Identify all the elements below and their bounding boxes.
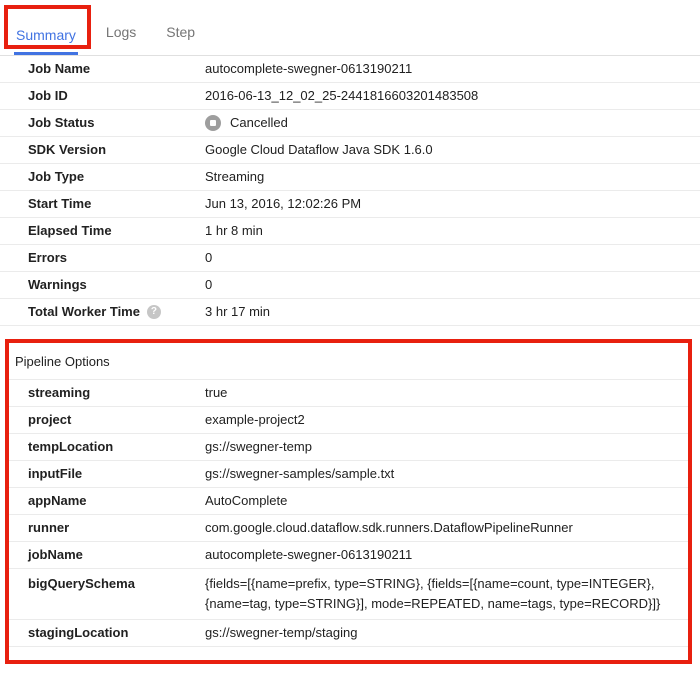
row-value: Cancelled bbox=[205, 110, 700, 136]
row-value: com.google.cloud.dataflow.sdk.runners.Da… bbox=[205, 520, 573, 535]
row-label: project bbox=[28, 412, 72, 427]
table-row: Errors 0 bbox=[0, 245, 700, 272]
table-row: Job Type Streaming bbox=[0, 164, 700, 191]
table-row: jobName autocomplete-swegner-0613190211 bbox=[9, 542, 688, 569]
job-status-text: Cancelled bbox=[230, 115, 288, 130]
row-value: 0 bbox=[205, 277, 213, 292]
table-row: runner com.google.cloud.dataflow.sdk.run… bbox=[9, 515, 688, 542]
table-row: stagingLocation gs://swegner-temp/stagin… bbox=[9, 620, 688, 647]
row-value: AutoComplete bbox=[205, 493, 288, 508]
table-row: Start Time Jun 13, 2016, 12:02:26 PM bbox=[0, 191, 700, 218]
row-label: streaming bbox=[28, 385, 91, 400]
row-label: appName bbox=[28, 493, 87, 508]
row-label: runner bbox=[28, 520, 70, 535]
table-row: streaming true bbox=[9, 380, 688, 407]
row-value: autocomplete-swegner-0613190211 bbox=[205, 547, 413, 562]
table-row: tempLocation gs://swegner-temp bbox=[9, 434, 688, 461]
pipeline-options-section: Pipeline Options streaming true project … bbox=[5, 339, 692, 664]
stop-square-glyph bbox=[210, 120, 216, 126]
table-row: SDK Version Google Cloud Dataflow Java S… bbox=[0, 137, 700, 164]
row-value: true bbox=[205, 385, 228, 400]
cancelled-status-icon bbox=[205, 115, 221, 131]
job-summary-table: Job Name autocomplete-swegner-0613190211… bbox=[0, 56, 700, 326]
row-label: Job Status bbox=[28, 115, 95, 130]
row-label: SDK Version bbox=[28, 142, 107, 157]
table-row: project example-project2 bbox=[9, 407, 688, 434]
row-label: Start Time bbox=[28, 196, 92, 211]
row-value: {fields=[{name=prefix, type=STRING}, {fi… bbox=[205, 576, 661, 611]
table-row: inputFile gs://swegner-samples/sample.tx… bbox=[9, 461, 688, 488]
row-value: gs://swegner-temp bbox=[205, 439, 312, 454]
tab-step[interactable]: Step bbox=[164, 24, 197, 55]
row-label: Total Worker Time ? bbox=[28, 299, 205, 325]
row-label: Job Type bbox=[28, 169, 85, 184]
row-value: Jun 13, 2016, 12:02:26 PM bbox=[205, 196, 362, 211]
row-label: Errors bbox=[28, 250, 68, 265]
table-row: Warnings 0 bbox=[0, 272, 700, 299]
table-row: bigQuerySchema {fields=[{name=prefix, ty… bbox=[9, 569, 688, 620]
row-value: 1 hr 8 min bbox=[205, 223, 263, 238]
row-value: 0 bbox=[205, 250, 213, 265]
row-value: 3 hr 17 min bbox=[205, 304, 271, 319]
row-value: autocomplete-swegner-0613190211 bbox=[205, 61, 413, 76]
row-value: 2016-06-13_12_02_25-2441816603201483508 bbox=[205, 88, 479, 103]
row-label: jobName bbox=[28, 547, 83, 562]
row-label: Elapsed Time bbox=[28, 223, 112, 238]
tab-bar: Summary Logs Step bbox=[0, 0, 700, 56]
row-label: tempLocation bbox=[28, 439, 114, 454]
table-row: Total Worker Time ? 3 hr 17 min bbox=[0, 299, 700, 326]
tab-summary[interactable]: Summary bbox=[14, 27, 78, 55]
row-value: gs://swegner-samples/sample.txt bbox=[205, 466, 395, 481]
row-value: example-project2 bbox=[205, 412, 305, 427]
row-label: Job Name bbox=[28, 61, 91, 76]
table-row: Job Status Cancelled bbox=[0, 110, 700, 137]
table-row: Job ID 2016-06-13_12_02_25-2441816603201… bbox=[0, 83, 700, 110]
row-value: gs://swegner-temp/staging bbox=[205, 625, 358, 640]
table-row: Elapsed Time 1 hr 8 min bbox=[0, 218, 700, 245]
row-label-text: Total Worker Time bbox=[28, 304, 140, 319]
row-label: bigQuerySchema bbox=[28, 576, 135, 591]
table-row: Job Name autocomplete-swegner-0613190211 bbox=[0, 56, 700, 83]
tab-logs[interactable]: Logs bbox=[104, 24, 138, 55]
row-label: inputFile bbox=[28, 466, 83, 481]
row-label: Warnings bbox=[28, 277, 87, 292]
help-icon[interactable]: ? bbox=[146, 305, 161, 319]
dataflow-job-summary-page: { "tabs": { "summary": "Summary", "logs"… bbox=[0, 0, 700, 674]
row-label: stagingLocation bbox=[28, 625, 129, 640]
row-value: Streaming bbox=[205, 169, 265, 184]
row-value: Google Cloud Dataflow Java SDK 1.6.0 bbox=[205, 142, 433, 157]
row-label: Job ID bbox=[28, 88, 68, 103]
pipeline-options-title: Pipeline Options bbox=[9, 343, 688, 380]
table-row: appName AutoComplete bbox=[9, 488, 688, 515]
